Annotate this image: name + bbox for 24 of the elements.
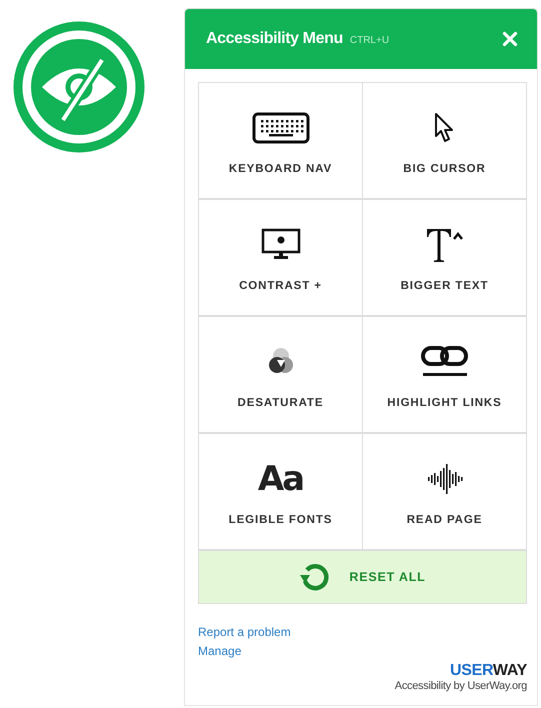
feature-tile[interactable]: READ PAGE [363,434,527,551]
brand-tagline: Accessibility by UserWay.org [394,680,527,692]
hidden-eye-icon[interactable] [12,20,146,154]
feature-tile[interactable]: Aa LEGIBLE FONTS [199,434,363,551]
footer-link[interactable]: Manage [198,644,242,658]
shortcut-hint: CTRL+U [350,35,390,46]
reset-icon [299,561,332,593]
legible-font-icon: Aa [258,462,304,496]
feature-tile[interactable]: KEYBOARD NAV [199,83,363,200]
footer-link[interactable]: Report a problem [198,625,291,639]
feature-tile[interactable]: CONTRAST + [199,200,363,317]
feature-tile[interactable]: DESATURATE [199,317,363,434]
brand-logo: USERWAY [450,662,527,680]
monitor-icon [260,228,300,262]
reset-button[interactable]: RESET ALL [198,551,527,604]
feature-tile[interactable]: BIGGER TEXT [363,200,527,317]
keyboard-icon [252,112,310,144]
sound-wave-icon [426,463,462,495]
feature-tile[interactable]: HIGHLIGHT LINKS [363,317,527,434]
text-size-icon [424,227,464,263]
cursor-icon [434,112,456,144]
panel-title: Accessibility Menu [206,30,343,48]
feature-tile[interactable]: BIG CURSOR [363,83,527,200]
link-icon [420,345,470,379]
